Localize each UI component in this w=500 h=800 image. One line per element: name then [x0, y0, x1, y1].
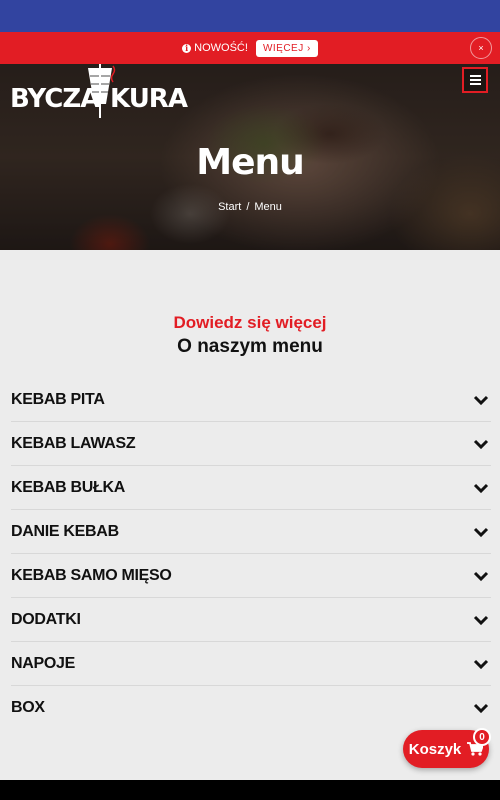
- promo-banner: i NOWOŚĆ! WIĘCEJ › ×: [0, 32, 500, 64]
- promo-text: NOWOŚĆ!: [194, 42, 248, 54]
- accordion-item-kebab-pita[interactable]: KEBAB PITA: [11, 378, 491, 422]
- section-subtitle: Dowiedz się więcej: [173, 313, 327, 332]
- chevron-down-icon: [473, 571, 489, 581]
- accordion-label: KEBAB LAWASZ: [11, 434, 136, 452]
- accordion-item-dodatki[interactable]: DODATKI: [11, 598, 491, 642]
- menu-section-heading: Dowiedz się więcej O naszym menu: [0, 313, 500, 358]
- accordion-item-kebab-samo-mieso[interactable]: KEBAB SAMO MIĘSO: [11, 554, 491, 598]
- accordion-label: KEBAB BUŁKA: [11, 478, 126, 496]
- accordion-label: DANIE KEBAB: [11, 522, 119, 540]
- chevron-down-icon: [473, 615, 489, 625]
- accordion-item-kebab-bulka[interactable]: KEBAB BUŁKA: [11, 466, 491, 510]
- breadcrumb-current: Menu: [254, 201, 282, 213]
- chevron-down-icon: [473, 483, 489, 493]
- logo-text-right: KURA: [110, 84, 188, 114]
- chevron-down-icon: [473, 527, 489, 537]
- info-icon: i: [182, 43, 192, 53]
- hero-banner: BYCZA KURA Menu Start / Menu: [0, 64, 500, 250]
- chevron-down-icon: [473, 703, 489, 714]
- system-navigation-bar: [0, 780, 500, 800]
- menu-accordion: KEBAB PITA KEBAB LAWASZ KEBAB BUŁKA DANI…: [11, 378, 491, 730]
- accordion-label: KEBAB PITA: [11, 390, 105, 408]
- chevron-down-icon: [473, 439, 489, 449]
- cart-count-badge: 0: [473, 728, 491, 746]
- accordion-label: NAPOJE: [11, 654, 75, 672]
- accordion-label: KEBAB SAMO MIĘSO: [11, 566, 172, 584]
- accordion-item-napoje[interactable]: NAPOJE: [11, 642, 491, 686]
- section-title: O naszym menu: [177, 336, 323, 357]
- cart-label: Koszyk: [408, 740, 462, 758]
- hamburger-menu-button[interactable]: [462, 67, 488, 93]
- close-promo-button[interactable]: ×: [470, 37, 492, 59]
- breadcrumb: Start / Menu: [218, 201, 282, 213]
- chevron-down-icon: [473, 395, 489, 405]
- more-button[interactable]: WIĘCEJ ›: [255, 39, 318, 57]
- accordion-label: BOX: [11, 699, 45, 716]
- page-title: Menu: [196, 142, 305, 183]
- accordion-item-danie-kebab[interactable]: DANIE KEBAB: [11, 510, 491, 554]
- chevron-down-icon: [473, 659, 489, 669]
- accordion-item-box[interactable]: BOX: [11, 686, 491, 730]
- logo[interactable]: BYCZA KURA: [10, 64, 188, 120]
- accordion-label: DODATKI: [11, 610, 81, 628]
- system-status-bar: [0, 0, 500, 32]
- accordion-item-kebab-lawasz[interactable]: KEBAB LAWASZ: [11, 422, 491, 466]
- breadcrumb-start[interactable]: Start: [218, 201, 241, 213]
